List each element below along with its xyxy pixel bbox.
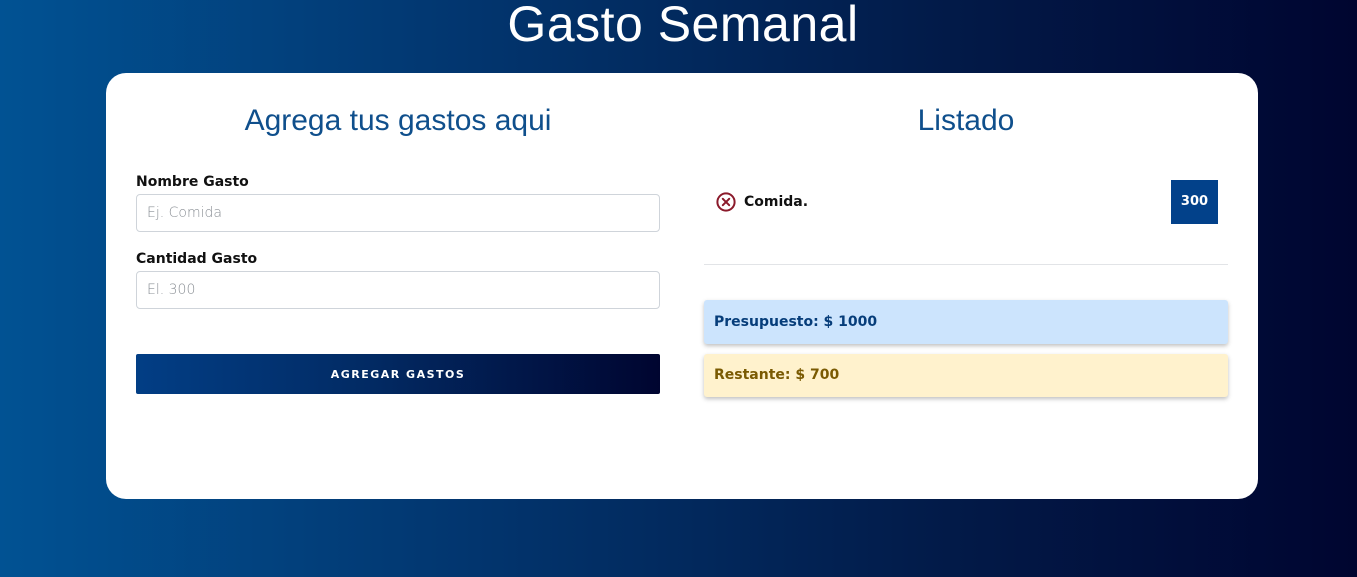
expense-list-item: Comida. 300	[704, 180, 1228, 224]
main-card: Agrega tus gastos aqui Nombre Gasto Cant…	[106, 73, 1258, 499]
expense-name-label: Nombre Gasto	[136, 174, 249, 190]
page-title: Gasto Semanal	[507, 0, 859, 52]
expense-item-name: Comida.	[744, 194, 809, 210]
close-circle-icon[interactable]	[716, 192, 736, 212]
list-divider	[704, 264, 1228, 265]
remaining-alert: Restante: $ 700	[704, 354, 1228, 397]
expense-amount-input[interactable]	[136, 271, 660, 309]
expense-item-amount-badge: 300	[1171, 180, 1218, 224]
expense-name-input[interactable]	[136, 194, 660, 232]
budget-alert: Presupuesto: $ 1000	[704, 300, 1228, 344]
add-expense-button[interactable]: Agregar Gastos	[136, 354, 660, 394]
form-title: Agrega tus gastos aqui	[244, 104, 552, 137]
list-title: Listado	[917, 104, 1015, 137]
expense-amount-label: Cantidad Gasto	[136, 251, 258, 267]
